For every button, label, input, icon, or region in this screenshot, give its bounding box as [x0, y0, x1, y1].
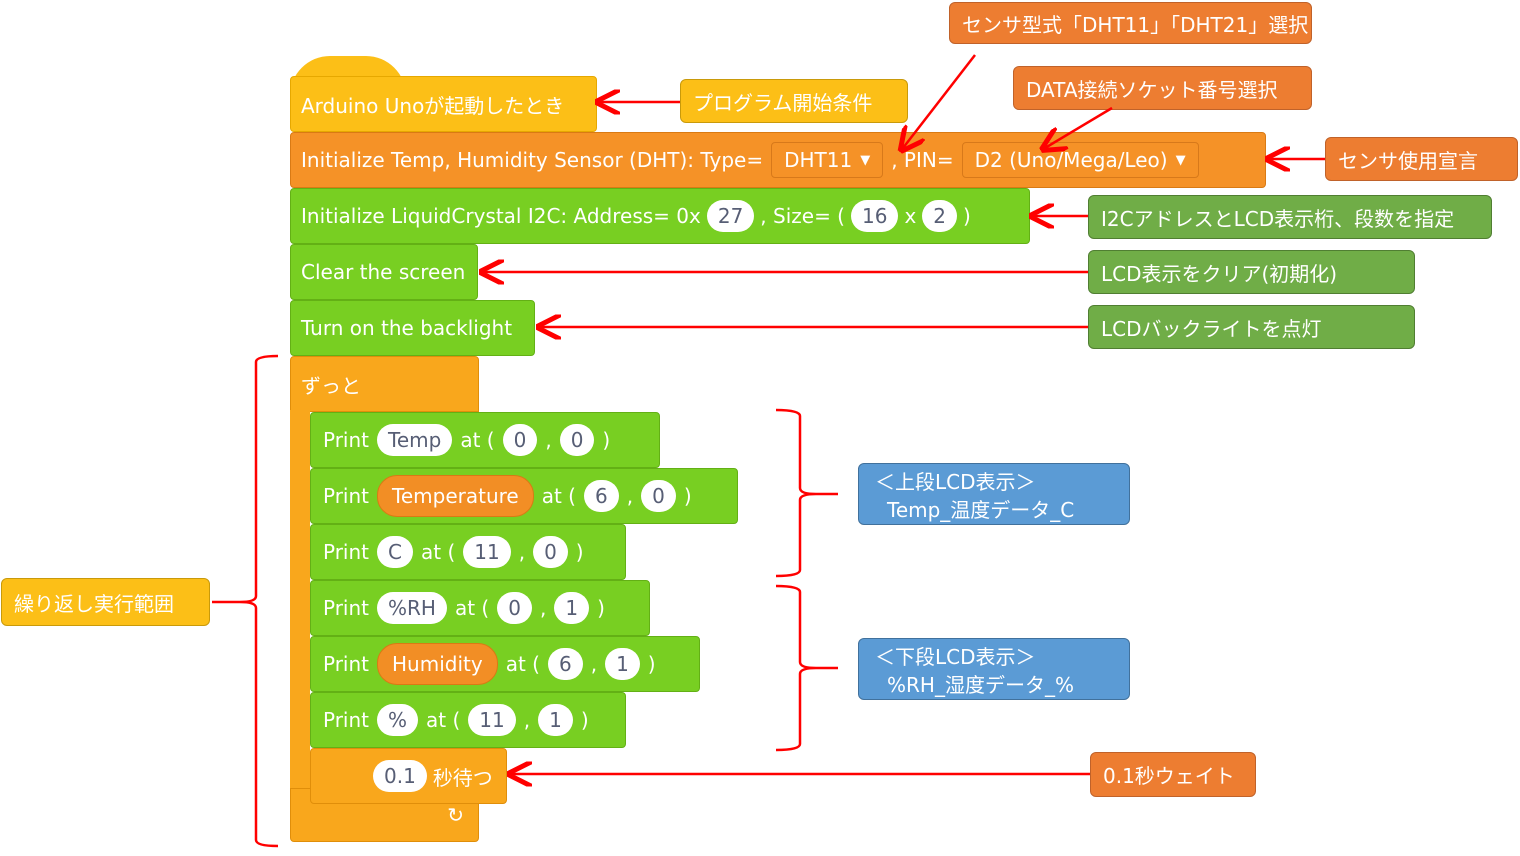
arrow-sensor-type: [903, 54, 976, 148]
annotation-lines: [212, 54, 1325, 848]
arrow-data-socket: [1045, 106, 1113, 148]
brace-lower-lcd: [775, 584, 838, 752]
brace-upper-lcd: [775, 408, 838, 578]
brace-loop-range: [212, 354, 279, 848]
